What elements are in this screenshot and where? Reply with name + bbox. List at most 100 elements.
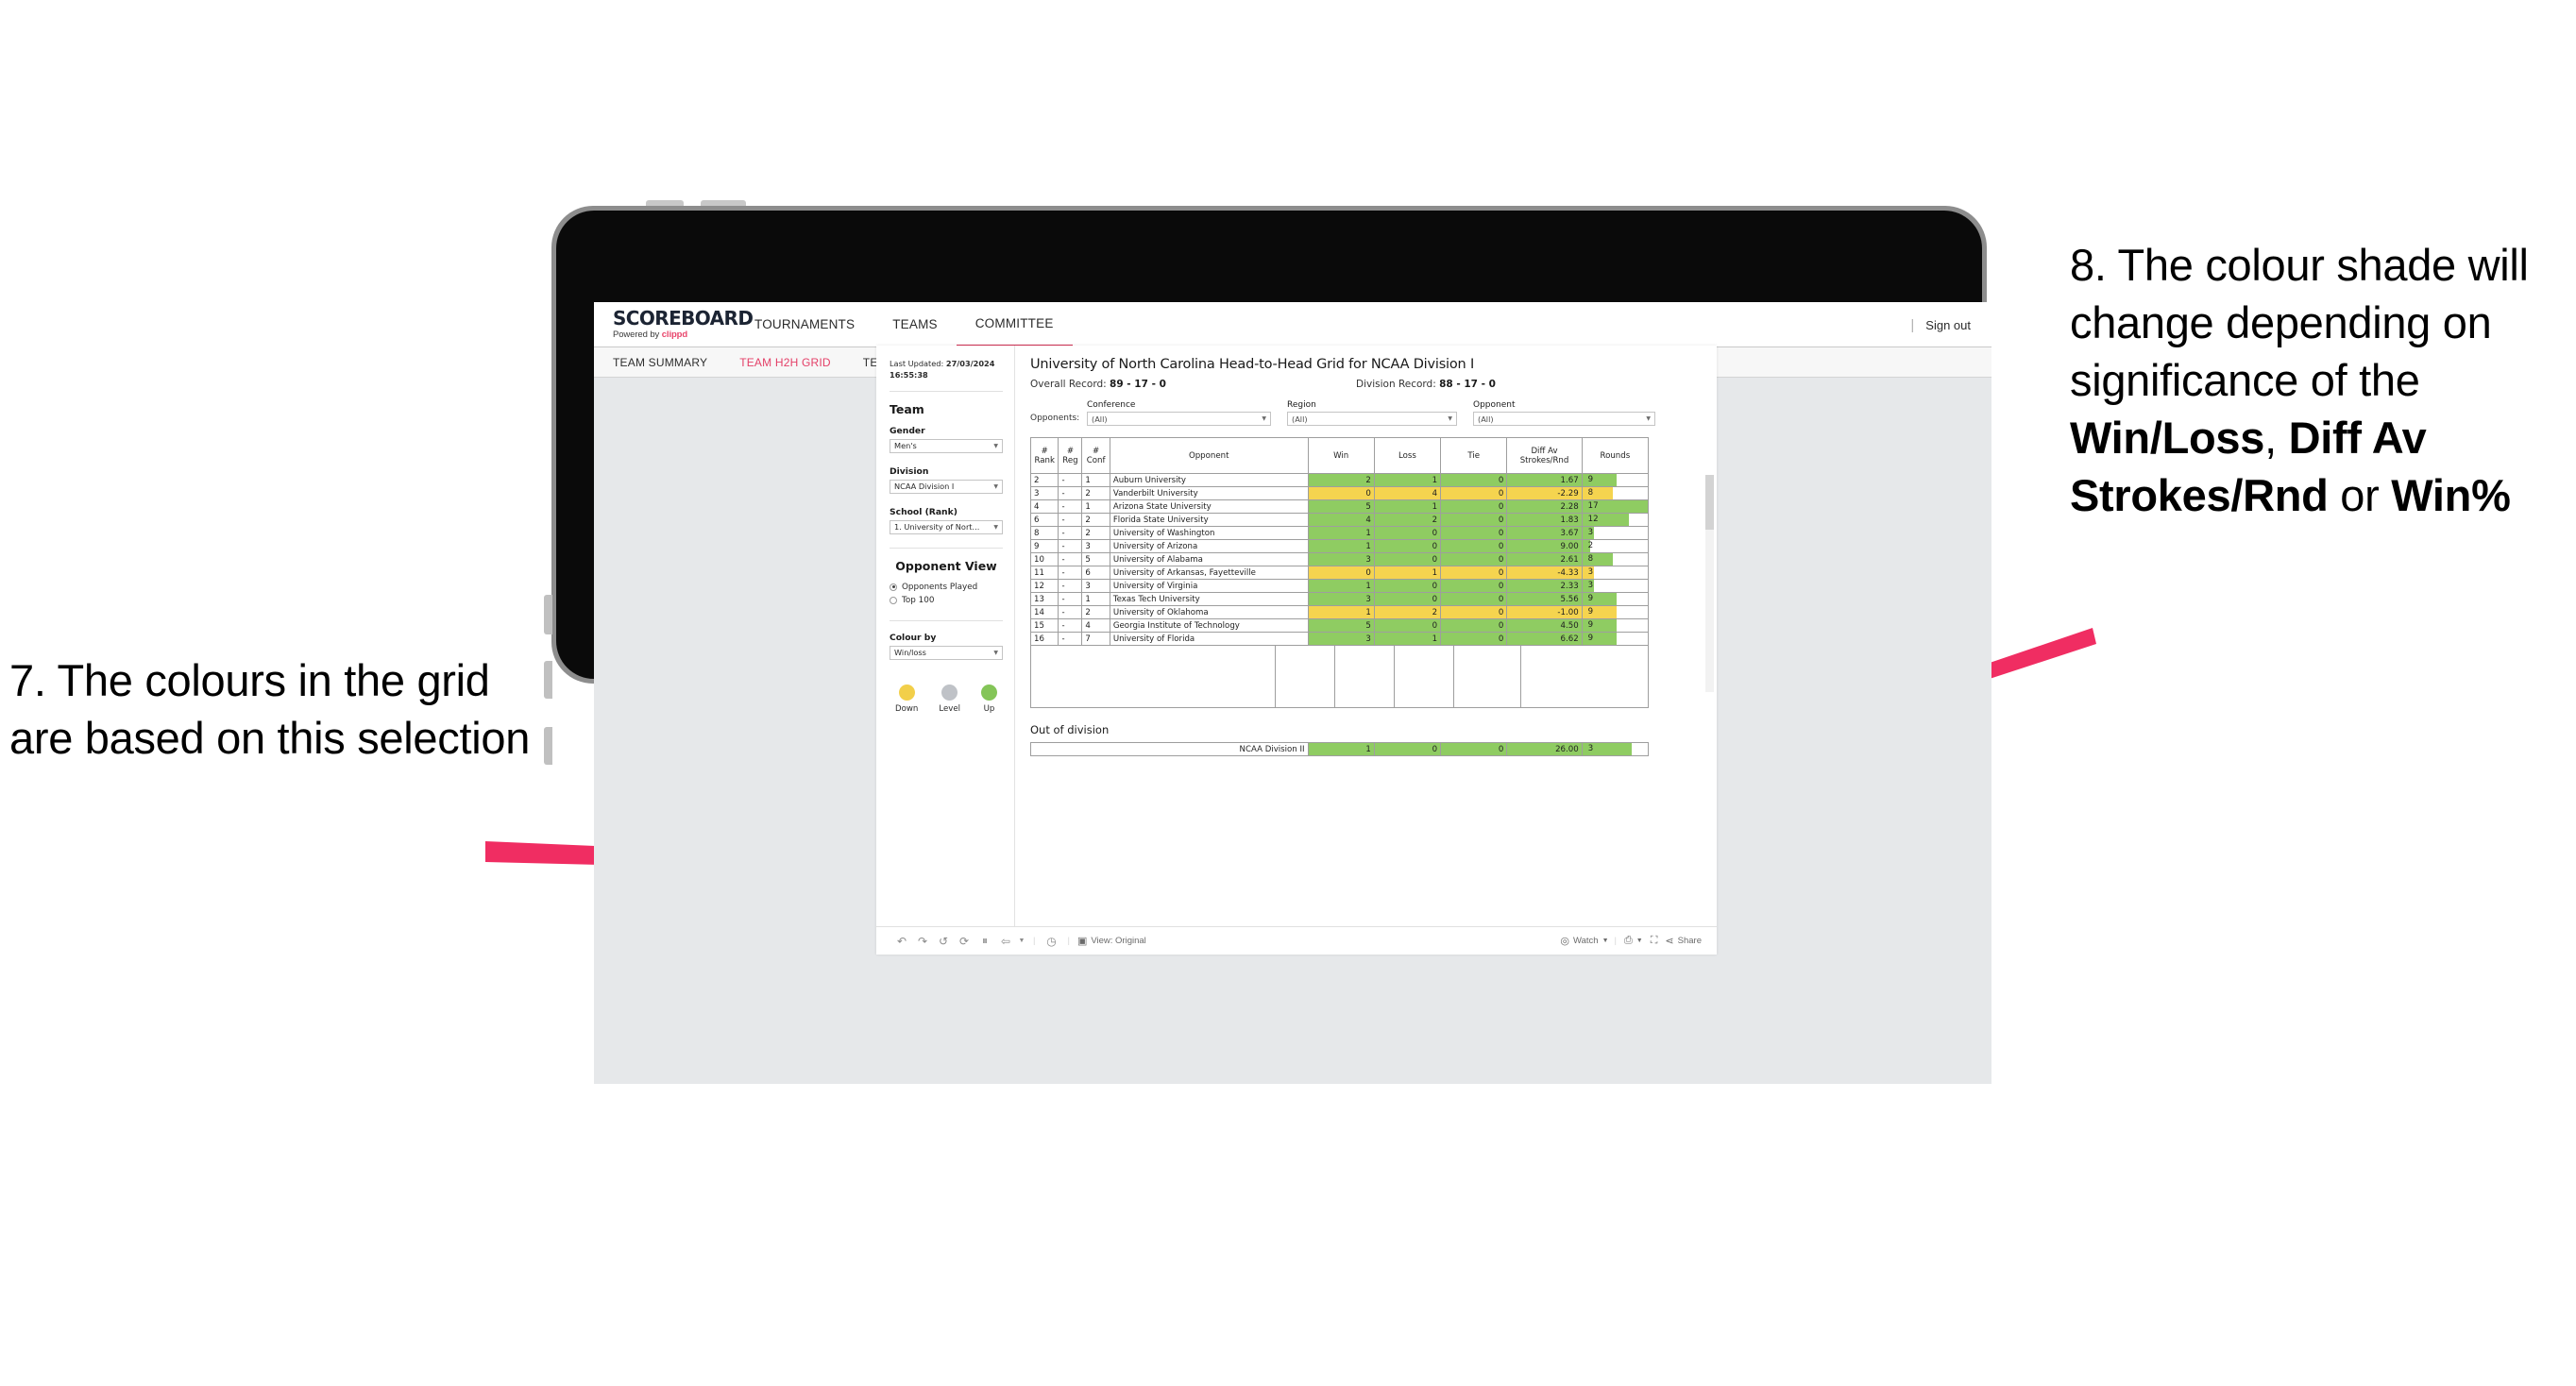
table-row[interactable]: 11-6 University of Arkansas, Fayetteville…	[1029, 566, 1650, 580]
cell-win: 3	[1307, 552, 1375, 566]
division-record-label: Division Record:	[1356, 379, 1440, 390]
legend-label-level: Level	[939, 703, 961, 714]
brand-logo[interactable]: SCOREBOARD Powered by clippd	[594, 309, 754, 340]
table-scrollbar[interactable]	[1705, 475, 1714, 692]
cell-conf: 2	[1081, 605, 1110, 619]
signout-divider: |	[1910, 316, 1915, 333]
redo-icon[interactable]: ↷	[912, 935, 933, 948]
division-value: NCAA Division I	[894, 482, 955, 492]
radio-opponents-played[interactable]: Opponents Played	[890, 583, 1003, 592]
opponent-filters: Opponents: Conference (All) ▼ Region (Al	[1030, 400, 1702, 426]
download-button[interactable]: ⎙ ▼	[1624, 935, 1643, 947]
table-row[interactable]: 13-1 Texas Tech University 3 0 0 5.56 9	[1029, 592, 1650, 606]
overall-record-label: Overall Record:	[1030, 379, 1110, 390]
annotation-text: 8. The colour shade will change dependin…	[2070, 240, 2529, 406]
refresh-icon[interactable]: ⟳	[954, 935, 974, 948]
cell-opponent: Georgia Institute of Technology	[1109, 618, 1309, 633]
empty-cell	[1395, 646, 1454, 707]
gender-select[interactable]: Men's ▼	[890, 438, 1003, 453]
school-select[interactable]: 1. University of Nort... ▼	[890, 519, 1003, 534]
region-filter: Region (All) ▼	[1287, 400, 1457, 426]
side-button-3[interactable]	[544, 727, 552, 765]
radio-icon	[890, 596, 897, 604]
cell-diff: 1.67	[1506, 473, 1583, 487]
cell-rounds-value: 9	[1587, 607, 1594, 617]
cell-diff: 4.50	[1506, 618, 1583, 633]
opponent-select[interactable]: (All) ▼	[1473, 412, 1655, 426]
nav-tab-tournaments[interactable]: TOURNAMENTS	[736, 302, 873, 347]
colour-by-value: Win/loss	[894, 648, 926, 658]
cell-conf: 3	[1081, 539, 1110, 553]
undo-icon[interactable]: ↶	[891, 935, 912, 948]
signout-link[interactable]: Sign out	[1925, 318, 1971, 332]
region-select[interactable]: (All) ▼	[1287, 412, 1457, 426]
caret-down-icon[interactable]: ▼	[1016, 938, 1027, 944]
division-select[interactable]: NCAA Division I ▼	[890, 479, 1003, 494]
colour-by-select[interactable]: Win/loss ▼	[890, 645, 1003, 660]
cell-diff: 6.62	[1506, 632, 1583, 646]
cell-rounds: 2	[1581, 539, 1650, 553]
table-row[interactable]: 10-5 University of Alabama 3 0 0 2.61 8	[1029, 552, 1650, 566]
cell-rounds: 9	[1581, 605, 1650, 619]
table-row[interactable]: 12-3 University of Virginia 1 0 0 2.33 3	[1029, 579, 1650, 593]
cell-reg: -	[1058, 539, 1083, 553]
school-label: School (Rank)	[890, 506, 958, 517]
cell-diff: 2.61	[1506, 552, 1583, 566]
toolbar-right-group: ◎ Watch ▼ | ⎙ ▼ ⛶ ⋖ Share	[1558, 935, 1702, 947]
table-head: # Rank # Reg # Conf Opponent Win Loss Tie D…	[1029, 437, 1650, 474]
table-row[interactable]: 3-2 Vanderbilt University 0 4 0 -2.29 8	[1029, 486, 1650, 500]
download-icon: ⎙	[1623, 935, 1633, 946]
table-row[interactable]: 16-7 University of Florida 3 1 0 6.62 9	[1029, 632, 1650, 646]
legend-item-down: Down	[895, 684, 919, 714]
ood-rounds: 3	[1581, 742, 1650, 756]
clock-icon[interactable]: ◷	[1041, 935, 1061, 948]
table-row[interactable]: 9-3 University of Arizona 1 0 0 9.00 2	[1029, 539, 1650, 553]
annotation-emphasis: Win/Loss	[2070, 413, 2265, 464]
table-row[interactable]: 4-1 Arizona State University 5 1 0 2.28 17	[1029, 499, 1650, 514]
watch-button[interactable]: ◎ Watch ▼	[1560, 935, 1608, 947]
pause-icon[interactable]: ⏸	[974, 934, 995, 948]
table-row[interactable]: 14-2 University of Oklahoma 1 2 0 -1.00 9	[1029, 605, 1650, 619]
nav-tab-teams[interactable]: TEAMS	[873, 302, 957, 347]
table-scrollbar-thumb[interactable]	[1705, 475, 1714, 530]
table-row[interactable]: 2-1 Auburn University 2 1 0 1.67 9	[1029, 473, 1650, 487]
cell-diff: -4.33	[1506, 566, 1583, 580]
cell-rank: 14	[1029, 605, 1059, 619]
share-button[interactable]: ⋖ Share	[1665, 935, 1702, 947]
conference-value: (All)	[1092, 414, 1108, 424]
cell-conf: 6	[1081, 566, 1110, 580]
legend-label-down: Down	[895, 703, 919, 714]
cell-rounds-value: 17	[1587, 501, 1599, 511]
col-conf: # Conf	[1081, 437, 1110, 474]
watch-icon: ◎	[1560, 936, 1569, 947]
table-row[interactable]: 15-4 Georgia Institute of Technology 5 0 0 4.…	[1029, 618, 1650, 633]
region-value: (All)	[1292, 414, 1308, 424]
cell-reg: -	[1058, 552, 1083, 566]
cell-conf: 1	[1081, 499, 1110, 514]
view-original-button[interactable]: ▣ View: Original	[1077, 935, 1146, 947]
colour-by-field: Colour by Win/loss ▼	[890, 633, 1003, 660]
cell-diff: -1.00	[1506, 605, 1583, 619]
cell-rounds: 9	[1581, 618, 1650, 633]
revert-icon[interactable]: ↺	[933, 935, 954, 948]
back-icon[interactable]: ⇦	[995, 935, 1016, 948]
divider: |	[1067, 936, 1070, 946]
cell-tie: 0	[1440, 513, 1508, 527]
table-row[interactable]: 6-2 Florida State University 4 2 0 1.83 12	[1029, 513, 1650, 527]
out-of-division-table: NCAA Division II 1 0 0 26.00 3	[1030, 742, 1650, 756]
tablet-screen: SCOREBOARD Powered by clippd TOURNAMENTS…	[594, 302, 1991, 1084]
table-row[interactable]: 8-2 University of Washington 1 0 0 3.67 3	[1029, 526, 1650, 540]
brand-subtitle: Powered by clippd	[613, 330, 736, 340]
annotation-emphasis: Win%	[2391, 470, 2511, 521]
radio-top-100[interactable]: Top 100	[890, 596, 1003, 605]
divider	[890, 390, 1003, 392]
conference-select[interactable]: (All) ▼	[1087, 412, 1271, 426]
fullscreen-button[interactable]: ⛶	[1651, 935, 1658, 947]
sub-tab-team-summary[interactable]: TEAM SUMMARY	[613, 356, 707, 369]
side-button-2[interactable]	[544, 661, 552, 699]
sub-tab-team-h2h-grid[interactable]: TEAM H2H GRID	[739, 356, 831, 369]
side-button-1[interactable]	[544, 595, 552, 634]
nav-tab-committee[interactable]: COMMITTEE	[956, 302, 1073, 347]
cell-tie: 0	[1440, 526, 1508, 540]
cell-win: 1	[1307, 605, 1375, 619]
